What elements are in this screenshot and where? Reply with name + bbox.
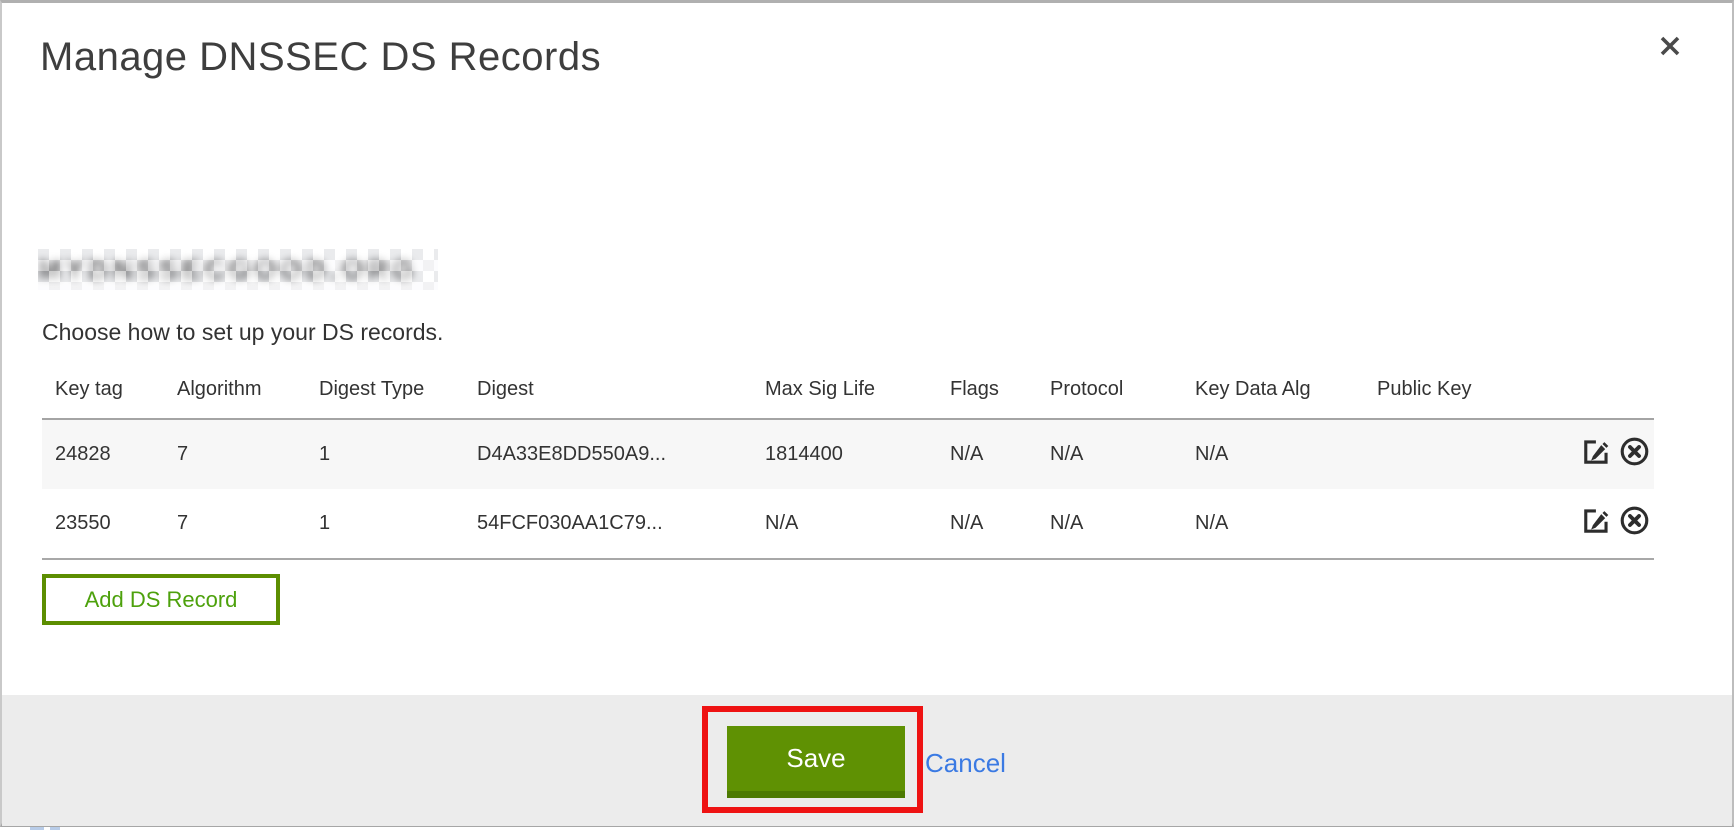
manage-dnssec-dialog: Manage DNSSEC DS Records MYDNSSECGOOD.OR… xyxy=(0,0,1734,827)
ds-records-table: Key tag Algorithm Digest Type Digest Max… xyxy=(42,361,1654,560)
col-header-actions xyxy=(1562,361,1654,419)
row-actions xyxy=(1562,419,1654,489)
cell-key-data-alg: N/A xyxy=(1182,489,1364,559)
cell-key-tag: 24828 xyxy=(42,419,164,489)
cell-digest-type: 1 xyxy=(306,489,464,559)
cell-public-key xyxy=(1364,419,1562,489)
col-header-flags: Flags xyxy=(937,361,1037,419)
table-row: 23550 7 1 54FCF030AA1C79... N/A N/A N/A … xyxy=(42,489,1654,559)
col-header-key-data-alg: Key Data Alg xyxy=(1182,361,1364,419)
cell-flags: N/A xyxy=(937,489,1037,559)
cell-key-tag: 23550 xyxy=(42,489,164,559)
pixelation-overlay xyxy=(38,249,438,290)
cell-digest: 54FCF030AA1C79... xyxy=(464,489,752,559)
cell-algorithm: 7 xyxy=(164,419,306,489)
cell-protocol: N/A xyxy=(1037,419,1182,489)
delete-record-icon[interactable] xyxy=(1619,505,1650,542)
cell-digest: D4A33E8DD550A9... xyxy=(464,419,752,489)
col-header-algorithm: Algorithm xyxy=(164,361,306,419)
add-ds-record-button[interactable]: Add DS Record xyxy=(42,574,280,625)
edit-record-icon[interactable] xyxy=(1581,436,1612,473)
save-button[interactable]: Save xyxy=(727,726,905,798)
col-header-public-key: Public Key xyxy=(1364,361,1562,419)
redacted-domain-name: MYDNSSECGOOD.ORG xyxy=(38,249,438,290)
delete-record-icon[interactable] xyxy=(1619,436,1650,473)
cell-protocol: N/A xyxy=(1037,489,1182,559)
cell-algorithm: 7 xyxy=(164,489,306,559)
row-actions xyxy=(1562,489,1654,559)
col-header-key-tag: Key tag xyxy=(42,361,164,419)
table-row: 24828 7 1 D4A33E8DD550A9... 1814400 N/A … xyxy=(42,419,1654,489)
cell-flags: N/A xyxy=(937,419,1037,489)
col-header-digest: Digest xyxy=(464,361,752,419)
edit-record-icon[interactable] xyxy=(1581,505,1612,542)
cell-key-data-alg: N/A xyxy=(1182,419,1364,489)
cell-digest-type: 1 xyxy=(306,419,464,489)
dialog-title: Manage DNSSEC DS Records xyxy=(40,33,601,81)
col-header-digest-type: Digest Type xyxy=(306,361,464,419)
col-header-protocol: Protocol xyxy=(1037,361,1182,419)
cell-max-sig-life: N/A xyxy=(752,489,937,559)
instruction-text: Choose how to set up your DS records. xyxy=(42,319,443,346)
close-button[interactable] xyxy=(1650,28,1690,68)
cell-public-key xyxy=(1364,489,1562,559)
cancel-link[interactable]: Cancel xyxy=(925,748,1006,779)
cell-max-sig-life: 1814400 xyxy=(752,419,937,489)
table-header-row: Key tag Algorithm Digest Type Digest Max… xyxy=(42,361,1654,419)
close-icon xyxy=(1655,31,1685,66)
col-header-max-sig-life: Max Sig Life xyxy=(752,361,937,419)
